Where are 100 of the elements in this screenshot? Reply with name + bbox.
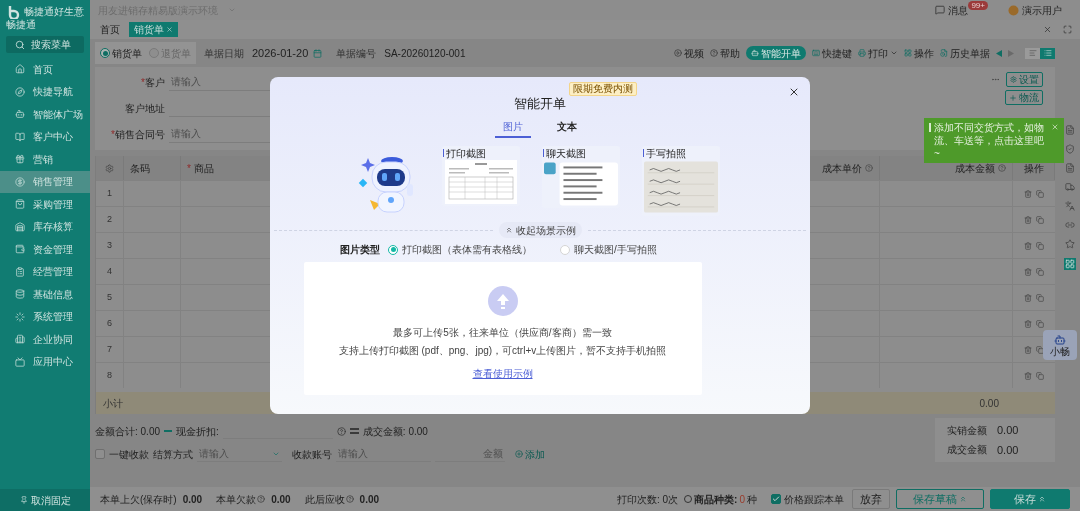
settings-icon[interactable] [105, 163, 114, 173]
save-button[interactable]: 保存 [990, 489, 1070, 509]
help-icon[interactable] [257, 495, 266, 503]
print-count: 打印次数: 0次 [616, 492, 679, 507]
copy-icon[interactable] [1036, 371, 1044, 380]
more-icon[interactable] [991, 75, 1000, 84]
sidebar-item[interactable]: 应用中心 [0, 350, 90, 373]
radio-button[interactable] [388, 244, 398, 255]
example-card[interactable]: 手写拍照 [642, 146, 720, 216]
previous-arrow-icon[interactable] [996, 49, 1002, 57]
delete-icon[interactable] [1024, 345, 1032, 354]
view-toggle-icon[interactable] [1025, 47, 1040, 59]
usage-example-link[interactable]: 查看使用示例 [472, 366, 533, 381]
toolbar-button[interactable]: 快捷键 [812, 45, 852, 61]
copy-icon[interactable] [1036, 345, 1044, 354]
caret-icon [959, 495, 967, 503]
sidebar-item[interactable]: 销售管理 [0, 170, 90, 193]
collapse-examples-button[interactable]: 收起场景示例 [498, 222, 582, 238]
radio-button[interactable] [100, 48, 110, 58]
messages-button[interactable]: 消息 [935, 2, 969, 18]
row-number: 4 [96, 259, 124, 284]
example-card[interactable]: 打印截图 [442, 146, 520, 206]
logistics-button[interactable]: 物流 [1005, 90, 1043, 105]
sidebar-item[interactable]: 基础信息 [0, 283, 90, 306]
sidebar-item[interactable]: 采购管理 [0, 193, 90, 216]
toolbar-button[interactable]: 打印 [858, 45, 898, 61]
star-icon[interactable] [1065, 239, 1075, 249]
help-icon[interactable] [345, 495, 354, 503]
tool-icon[interactable] [1065, 163, 1075, 173]
tool-icon[interactable] [1065, 201, 1075, 211]
delete-icon[interactable] [1024, 293, 1032, 302]
radio-button[interactable] [149, 48, 159, 58]
delete-icon[interactable] [1024, 371, 1032, 380]
kinds-count: 0 [739, 492, 745, 507]
settings-icon [1010, 76, 1017, 83]
dialog-tab[interactable]: 图片 [495, 119, 531, 138]
discard-button[interactable]: 放弃 [852, 489, 890, 509]
delete-icon[interactable] [1024, 267, 1032, 276]
delete-icon[interactable] [1024, 319, 1032, 328]
sidebar-item[interactable]: 库存核算 [0, 215, 90, 238]
delete-icon[interactable] [1024, 189, 1032, 198]
pin-icon [19, 496, 28, 504]
help-icon[interactable] [998, 164, 1006, 172]
radio-label[interactable]: 销货单 [112, 45, 142, 61]
sidebar-item[interactable]: 营销 [0, 148, 90, 171]
close-icon[interactable] [788, 86, 800, 98]
checkbox[interactable] [95, 449, 105, 459]
upload-area[interactable]: 最多可上传5张，往来单位（供应商/客商）需一致 支持上传打印截图 (pdf、png、jpg)，可ctrl+v上传图片，暂不支持手机拍照 查看使用示例 [303, 262, 702, 395]
settings-button[interactable]: 设置 [1006, 72, 1043, 87]
copy-icon[interactable] [1036, 189, 1044, 198]
checkbox[interactable] [771, 494, 781, 504]
copy-icon[interactable] [1036, 319, 1044, 328]
assistant-button[interactable]: 小畅 [1043, 330, 1077, 360]
date-field[interactable]: 2026-01-20 [252, 44, 323, 62]
page-tab[interactable]: 销货单 [129, 22, 178, 37]
sidebar-item[interactable]: 系统管理 [0, 305, 90, 328]
view-toggle-icon[interactable] [1040, 47, 1055, 59]
sidebar-item[interactable]: 客户中心 [0, 125, 90, 148]
avatar-icon [1008, 4, 1019, 16]
help-icon[interactable] [865, 164, 873, 172]
radio-label[interactable]: 打印截图（表体需有表格线） [402, 242, 532, 257]
delete-icon[interactable] [1024, 215, 1032, 224]
copy-icon[interactable] [1036, 215, 1044, 224]
copy-icon[interactable] [1036, 293, 1044, 302]
toolbar-button[interactable]: 视频 [674, 45, 704, 61]
toolbar-button[interactable]: 智能开单 [746, 46, 806, 60]
page-tab[interactable]: 首页 [95, 22, 125, 37]
fullscreen-icon[interactable] [1063, 25, 1072, 34]
copy-icon[interactable] [1036, 241, 1044, 250]
next-arrow-icon[interactable] [1008, 49, 1014, 57]
field-label: 单据日期 [204, 46, 244, 61]
tool-icon[interactable] [1065, 125, 1075, 135]
unpin-button[interactable]: 取消固定 [0, 489, 90, 511]
upload-hint: 最多可上传5张，往来单位（供应商/客商）需一致 [393, 326, 612, 340]
sidebar-item[interactable]: 智能体广场 [0, 103, 90, 126]
tool-icon[interactable] [1065, 144, 1075, 154]
toolbar-button[interactable]: 帮助 [710, 45, 740, 61]
dialog-tab[interactable]: 文本 [549, 119, 585, 138]
stat-label: 此后应收 [304, 491, 354, 507]
sidebar-item[interactable]: 企业协同 [0, 328, 90, 351]
copy-icon[interactable] [1036, 267, 1044, 276]
example-card[interactable]: 聊天截图 [542, 146, 620, 208]
sidebar-item[interactable]: 经营管理 [0, 260, 90, 283]
toolbar-button[interactable]: 操作 [904, 45, 934, 61]
user-menu[interactable]: 演示用户 [1008, 2, 1062, 18]
sidebar-item[interactable]: 资金管理 [0, 238, 90, 261]
link-icon[interactable] [1065, 220, 1075, 230]
sidebar-item[interactable]: 首页 [0, 58, 90, 81]
tip-toast[interactable]: 添加不同交货方式，如物流、车送等，点击这里吧~ [924, 118, 1064, 163]
tool-icon[interactable] [1065, 182, 1075, 192]
grid-icon [904, 49, 912, 57]
add-link[interactable]: 添加 [515, 446, 545, 462]
radio-label[interactable]: 聊天截图/手写拍照 [574, 242, 657, 257]
sidebar-item[interactable]: 快捷导航 [0, 80, 90, 103]
help-icon[interactable] [336, 426, 346, 436]
caret-icon [890, 49, 898, 57]
tool-icon[interactable] [1064, 258, 1076, 270]
delete-icon[interactable] [1024, 241, 1032, 250]
menu-search[interactable]: 搜索菜单 [6, 36, 84, 53]
toolbar-button[interactable]: 历史单据 [940, 45, 990, 61]
